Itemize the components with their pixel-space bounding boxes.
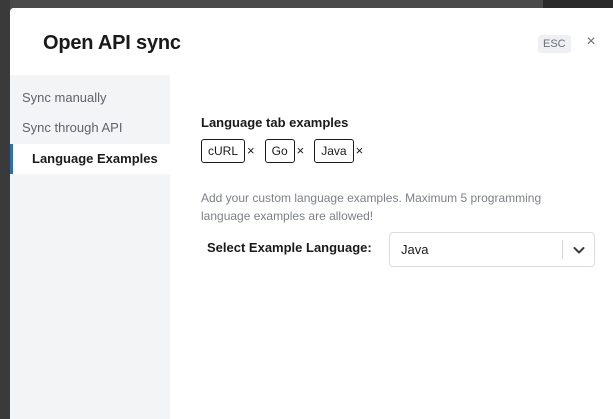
esc-badge: ESC (538, 35, 571, 53)
language-chip: Go × (264, 139, 305, 163)
language-chip: Java × (314, 139, 363, 163)
select-language-label: Select Example Language: (207, 240, 372, 255)
modal-title: Open API sync (43, 32, 181, 54)
language-chip-label[interactable]: cURL (201, 139, 246, 163)
language-chip-list: cURL × Go × Java × (201, 138, 373, 164)
modal-header: Open API sync ESC × (10, 8, 613, 75)
sidebar: Sync manually Sync through API Language … (10, 75, 170, 419)
remove-chip-icon[interactable]: × (297, 139, 305, 163)
open-api-sync-modal: Open API sync ESC × Sync manually Sync t… (10, 8, 613, 419)
sidebar-item-sync-through-api[interactable]: Sync through API (10, 113, 170, 143)
language-select[interactable]: Java (389, 232, 595, 267)
sidebar-item-sync-manually[interactable]: Sync manually (10, 83, 170, 113)
help-text: Add your custom language examples. Maxim… (201, 191, 542, 223)
remove-chip-icon[interactable]: × (356, 139, 364, 163)
language-select-value: Java (401, 242, 429, 257)
content-panel: Language tab examples cURL × Go × Java ×… (170, 75, 613, 419)
language-chip: cURL × (201, 139, 255, 163)
select-divider (562, 240, 563, 259)
sidebar-item-language-examples[interactable]: Language Examples (10, 144, 170, 174)
language-chip-label[interactable]: Java (314, 139, 354, 163)
chevron-down-icon[interactable] (571, 242, 587, 258)
close-icon[interactable]: × (583, 33, 599, 51)
backdrop (0, 0, 10, 419)
remove-chip-icon[interactable]: × (247, 139, 255, 163)
language-chip-label[interactable]: Go (264, 139, 295, 163)
language-tab-examples-heading: Language tab examples (201, 115, 349, 130)
